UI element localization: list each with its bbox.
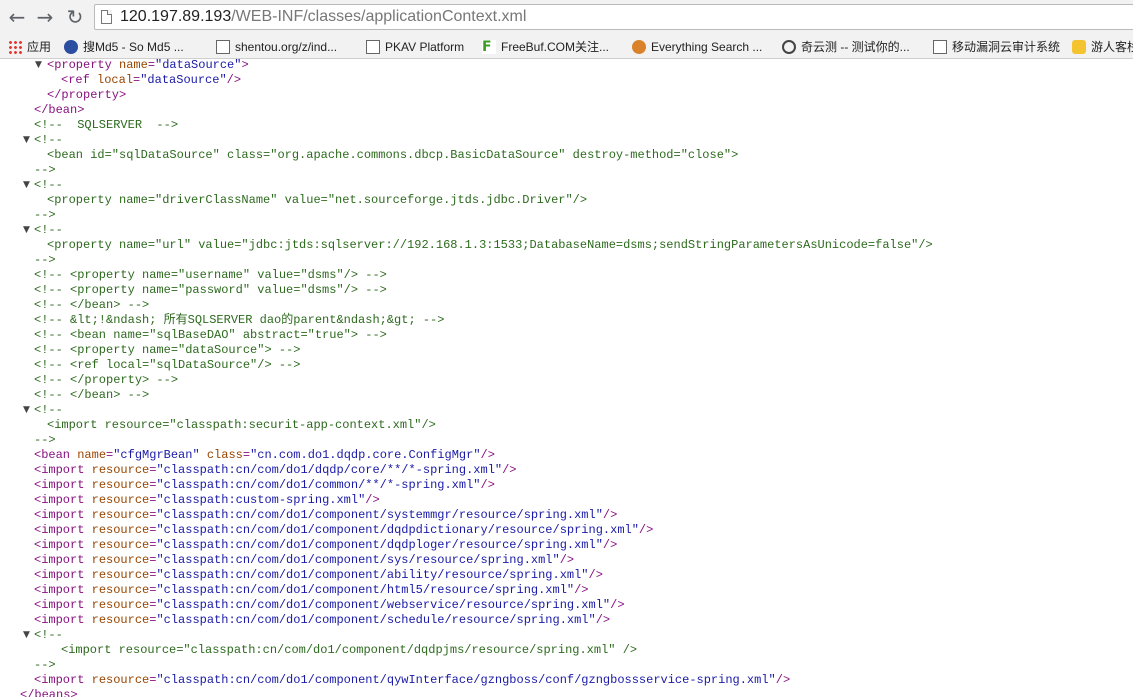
xml-line: <import resource="classpath:cn/com/do1/c… xyxy=(34,538,618,552)
xml-line: <import resource="classpath:cn/com/do1/c… xyxy=(34,583,589,597)
bookmark-label: 搜Md5 - So Md5 ... xyxy=(83,40,184,54)
xml-comment-line: <property name="driverClassName" value="… xyxy=(47,193,588,207)
xml-comment-line: <!-- <property name="password" value="ds… xyxy=(34,283,387,297)
xml-comment-line: --> xyxy=(34,253,56,267)
xml-comment-line: <!-- xyxy=(34,178,63,192)
xml-line: <import resource="classpath:cn/com/do1/c… xyxy=(34,613,611,627)
xml-comment-line: <!-- SQLSERVER --> xyxy=(34,118,179,132)
forward-arrow-icon[interactable]: → xyxy=(32,4,58,30)
address-bar[interactable]: 120.197.89.193/WEB-INF/classes/applicati… xyxy=(94,4,1133,30)
xml-line: <import resource="classpath:cn/com/do1/c… xyxy=(34,523,654,537)
collapse-triangle-icon[interactable]: ▼ xyxy=(23,133,30,148)
xml-comment-line: <!-- </property> --> xyxy=(34,373,179,387)
bookmark-label: 游人客栈 xyxy=(1091,40,1133,54)
xml-line: <import resource="classpath:custom-sprin… xyxy=(34,493,380,507)
xml-comment-line: <!-- &lt;!&ndash; 所有SQLSERVER dao的parent… xyxy=(34,313,445,327)
so-icon xyxy=(64,39,78,54)
xml-comment-line: <bean id="sqlDataSource" class="org.apac… xyxy=(47,148,739,162)
xml-comment-line: <property name="url" value="jdbc:jtds:sq… xyxy=(47,238,933,252)
xml-comment-line: <!-- xyxy=(34,628,63,642)
bookmark-apps[interactable]: 应用 xyxy=(8,38,51,55)
xml-line: <import resource="classpath:cn/com/do1/c… xyxy=(34,508,618,522)
bookmarks-bar: 应用 搜Md5 - So Md5 ... shentou.org/z/ind..… xyxy=(0,35,1133,59)
xml-line: <property name="dataSource"> xyxy=(47,59,249,72)
xml-comment-line: <import resource="classpath:cn/com/do1/c… xyxy=(61,643,638,657)
search-icon xyxy=(632,39,646,54)
clock-icon xyxy=(782,39,796,54)
back-arrow-icon[interactable]: ← xyxy=(4,4,30,30)
xml-line: </bean> xyxy=(34,103,85,117)
xml-comment-line: --> xyxy=(34,163,56,177)
bookmark-label: Everything Search ... xyxy=(651,39,763,54)
xml-comment-line: --> xyxy=(34,658,56,672)
bookmark-youren[interactable]: 游人客栈 xyxy=(1072,38,1133,55)
page-icon xyxy=(101,10,112,24)
xml-line: <bean name="cfgMgrBean" class="cn.com.do… xyxy=(34,448,495,462)
collapse-triangle-icon[interactable]: ▼ xyxy=(23,178,30,193)
bookmark-qiyunce[interactable]: 奇云测 -- 测试你的... xyxy=(782,38,910,55)
xml-comment-line: <!-- </bean> --> xyxy=(34,298,150,312)
url-text[interactable]: 120.197.89.193/WEB-INF/classes/applicati… xyxy=(120,8,526,26)
browser-toolbar: ← → ↻ 120.197.89.193/WEB-INF/classes/app… xyxy=(0,0,1133,35)
bookmark-pkav[interactable]: PKAV Platform xyxy=(366,38,464,55)
reload-icon[interactable]: ↻ xyxy=(62,4,88,30)
bookmark-freebuf[interactable]: FreeBuf.COM关注... xyxy=(482,38,609,55)
url-path: /WEB-INF/classes/applicationContext.xml xyxy=(231,8,527,25)
xml-comment-line: <!-- xyxy=(34,133,63,147)
page-icon xyxy=(216,39,230,54)
collapse-triangle-icon[interactable]: ▼ xyxy=(23,628,30,643)
bookmark-shentou[interactable]: shentou.org/z/ind... xyxy=(216,38,337,55)
xml-comment-line: <!-- xyxy=(34,403,63,417)
page-icon xyxy=(933,39,947,54)
xml-comment-line: <!-- <property name="username" value="ds… xyxy=(34,268,387,282)
xml-line: <import resource="classpath:cn/com/do1/c… xyxy=(34,598,625,612)
bookmark-label: 应用 xyxy=(27,40,52,54)
bookmark-everything-search[interactable]: Everything Search ... xyxy=(632,38,762,55)
page-icon xyxy=(366,39,380,54)
xml-comment-line: --> xyxy=(34,208,56,222)
bookmark-audit-system[interactable]: 移动漏洞云审计系统 xyxy=(933,38,1060,55)
xml-comment-line: <!-- xyxy=(34,223,63,237)
xml-comment-line: <!-- </bean> --> xyxy=(34,388,150,402)
collapse-triangle-icon[interactable]: ▼ xyxy=(23,403,30,418)
xml-comment-line: <!-- <property name="dataSource"> --> xyxy=(34,343,301,357)
xml-line: <import resource="classpath:cn/com/do1/c… xyxy=(34,673,791,687)
xml-comment-line: <!-- <bean name="sqlBaseDAO" abstract="t… xyxy=(34,328,387,342)
url-host: 120.197.89.193 xyxy=(120,8,232,25)
bookmark-label: PKAV Platform xyxy=(385,39,465,54)
xml-viewer: ▼ ▼ ▼ ▼ ▼ ▼ <property name="dataSource">… xyxy=(0,59,1133,697)
collapse-triangle-icon[interactable]: ▼ xyxy=(23,223,30,238)
xml-comment-line: <!-- <ref local="sqlDataSource"/> --> xyxy=(34,358,301,372)
apps-icon xyxy=(8,39,22,54)
xml-line: <import resource="classpath:cn/com/do1/c… xyxy=(34,553,575,567)
bookmark-label: FreeBuf.COM关注... xyxy=(501,40,610,54)
xml-line: <import resource="classpath:cn/com/do1/c… xyxy=(34,568,603,582)
bookmark-so-md5[interactable]: 搜Md5 - So Md5 ... xyxy=(64,38,184,55)
xml-line: <import resource="classpath:cn/com/do1/d… xyxy=(34,463,517,477)
xml-line: <ref local="dataSource"/> xyxy=(61,73,242,87)
bookmark-label: 奇云测 -- 测试你的... xyxy=(801,40,910,54)
xml-line: </beans> xyxy=(20,688,78,697)
xml-comment-line: <import resource="classpath:securit-app-… xyxy=(47,418,436,432)
xml-line: <import resource="classpath:cn/com/do1/c… xyxy=(34,478,495,492)
bookmark-label: 移动漏洞云审计系统 xyxy=(952,40,1061,54)
collapse-triangle-icon[interactable]: ▼ xyxy=(35,59,42,73)
freebuf-icon xyxy=(482,39,496,54)
xml-line: </property> xyxy=(47,88,127,102)
xml-comment-line: --> xyxy=(34,433,56,447)
bookmark-label: shentou.org/z/ind... xyxy=(235,39,338,54)
star-icon xyxy=(1072,39,1086,54)
